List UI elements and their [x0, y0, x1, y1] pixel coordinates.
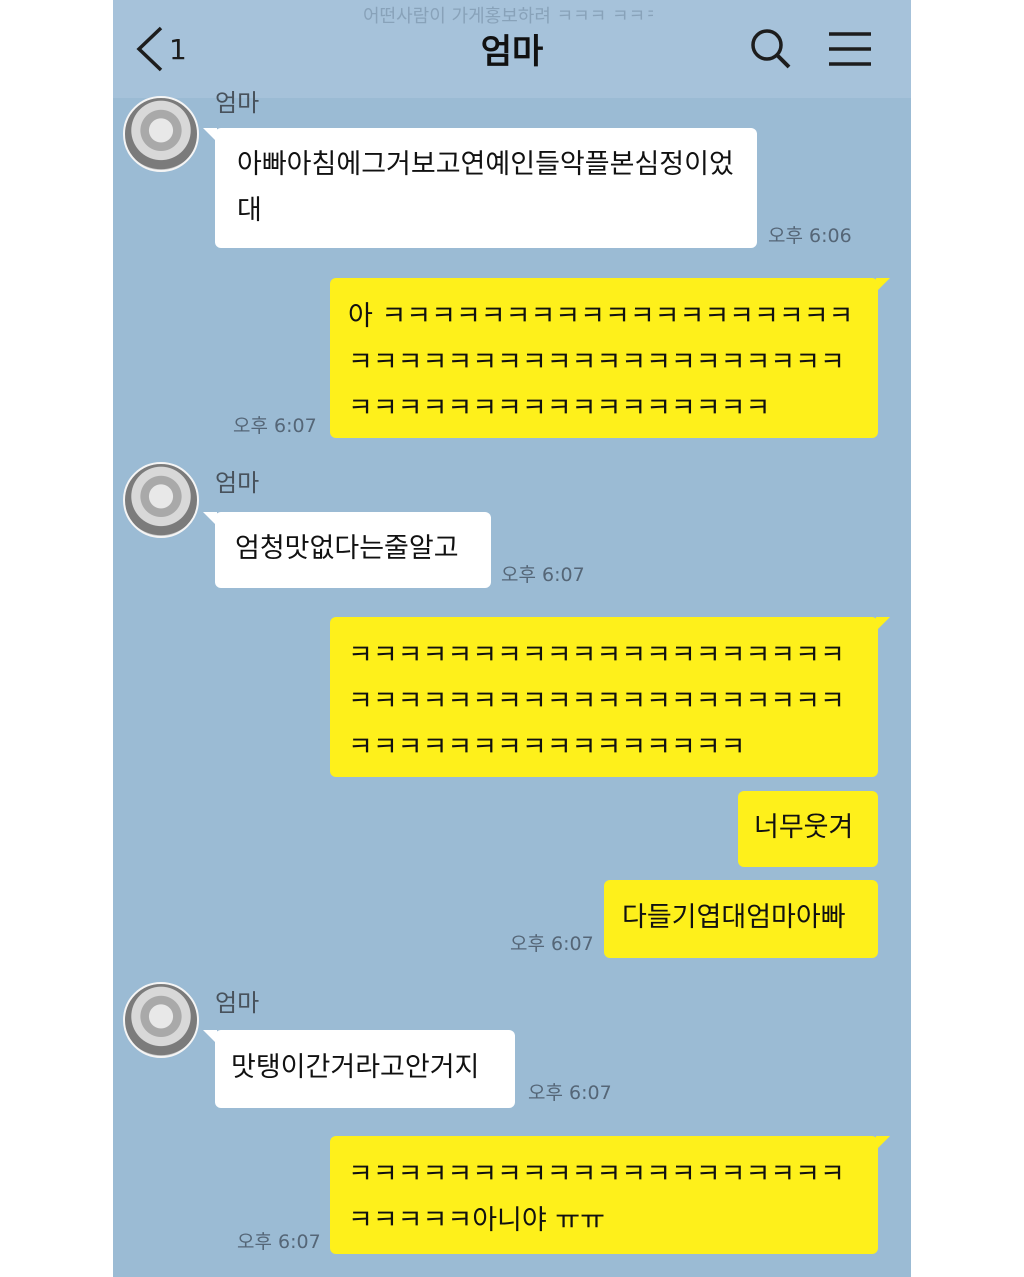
- sender-name: 엄마: [215, 89, 260, 117]
- chat-header: 어떤사람이 가게홍보하려 ㅋㅋㅋ ㅋㅋㅋ 1 엄마: [113, 0, 911, 98]
- outgoing-message[interactable]: 아 ㅋㅋㅋㅋㅋㅋㅋㅋㅋㅋㅋㅋㅋㅋㅋㅋㅋㅋㅋㅋㅋㅋㅋㅋㅋㅋㅋㅋㅋㅋㅋㅋㅋㅋㅋㅋㅋㅋ…: [330, 278, 890, 438]
- message-time: 오후 6:07: [528, 1082, 612, 1104]
- chat-screen: 어떤사람이 가게홍보하려 ㅋㅋㅋ ㅋㅋㅋ 1 엄마 엄마 아빠아침에그거보고연예…: [113, 0, 911, 1277]
- message-time: 오후 6:07: [501, 564, 585, 586]
- message-time: 오후 6:07: [510, 933, 594, 955]
- incoming-message[interactable]: 엄청맛없다는줄알고: [203, 512, 491, 588]
- avatar[interactable]: [123, 982, 199, 1058]
- menu-icon: [829, 32, 871, 66]
- search-icon: [751, 29, 791, 69]
- message-time: 오후 6:07: [233, 415, 317, 437]
- incoming-message[interactable]: 아빠아침에그거보고연예인들악플본심정이었대: [203, 128, 757, 248]
- avatar[interactable]: [123, 96, 199, 172]
- outgoing-message[interactable]: 너무웃겨: [738, 791, 878, 867]
- menu-button[interactable]: [825, 26, 875, 72]
- avatar[interactable]: [123, 462, 199, 538]
- incoming-message[interactable]: 맛탱이간거라고안거지: [203, 1030, 515, 1108]
- message-time: 오후 6:07: [237, 1231, 321, 1253]
- sender-name: 엄마: [215, 989, 260, 1017]
- outgoing-message[interactable]: ㅋㅋㅋㅋㅋㅋㅋㅋㅋㅋㅋㅋㅋㅋㅋㅋㅋㅋㅋㅋㅋㅋㅋㅋㅋ아니야 ㅠㅠ: [330, 1136, 890, 1254]
- sender-name: 엄마: [215, 469, 260, 497]
- outgoing-message[interactable]: 다들기엽대엄마아빠: [604, 880, 878, 958]
- search-button[interactable]: [747, 26, 797, 72]
- outgoing-message[interactable]: ㅋㅋㅋㅋㅋㅋㅋㅋㅋㅋㅋㅋㅋㅋㅋㅋㅋㅋㅋㅋㅋㅋㅋㅋㅋㅋㅋㅋㅋㅋㅋㅋㅋㅋㅋㅋㅋㅋㅋㅋ…: [330, 617, 890, 777]
- message-time: 오후 6:06: [768, 225, 852, 247]
